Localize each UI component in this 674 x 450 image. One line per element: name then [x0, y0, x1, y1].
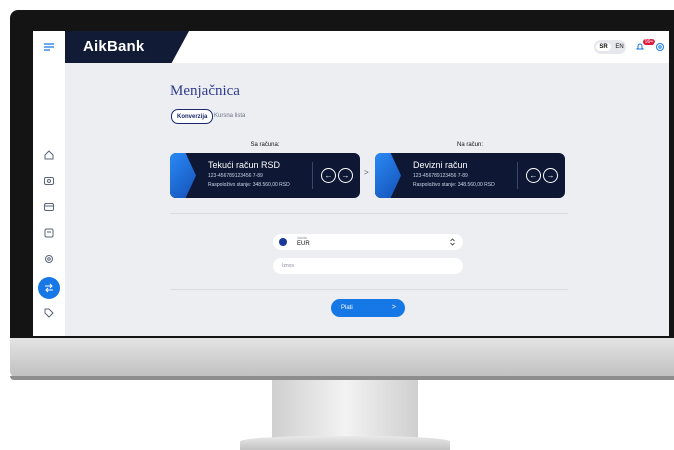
next-account-button[interactable]: → — [543, 168, 558, 183]
pay-button-label: Plati — [341, 305, 353, 311]
monitor-chin — [10, 338, 674, 380]
gear-icon[interactable] — [653, 40, 667, 54]
page-title: Menjačnica — [170, 83, 240, 99]
language-en[interactable]: EN — [615, 44, 623, 50]
currency-select[interactable]: Valuta EUR — [273, 234, 463, 250]
amount-input[interactable]: Iznos — [273, 258, 463, 274]
select-caret-icon — [450, 238, 455, 248]
top-bar: AikBank SR EN 99+ — [65, 31, 669, 63]
account-name: Tekući račun RSD — [208, 160, 281, 170]
to-account-card[interactable]: Devizni račun 123-456789123456 7-89 Rasp… — [375, 153, 565, 198]
to-account-label: Na račun: — [456, 142, 483, 148]
home-icon[interactable] — [41, 147, 57, 163]
sidebar — [33, 31, 65, 336]
monitor-stand-neck — [272, 380, 418, 440]
prev-account-button[interactable]: ← — [321, 168, 336, 183]
language-sr[interactable]: SR — [596, 43, 611, 51]
settings-icon[interactable] — [41, 251, 57, 267]
account-balance: Raspoloživo stanje: 348.560,00 RSD — [413, 182, 495, 188]
next-account-button[interactable]: → — [338, 168, 353, 183]
logo[interactable]: AikBank — [83, 38, 144, 55]
app-screen: AikBank SR EN 99+ Menjačnica Konverzija … — [33, 31, 669, 336]
divider-top — [170, 213, 568, 214]
language-switch[interactable]: SR EN — [594, 40, 626, 54]
currency-value: EUR — [297, 241, 310, 247]
tab-konverzija[interactable]: Konverzija — [171, 109, 214, 124]
from-account-card[interactable]: Tekući račun RSD 123-456789123456 7-89 R… — [170, 153, 360, 198]
eu-flag-icon — [279, 238, 287, 246]
card-logo-shape — [170, 153, 196, 198]
cards-icon[interactable] — [41, 199, 57, 215]
divider-bottom — [170, 289, 568, 290]
tab-kursna-lista[interactable]: Kursna lista — [214, 109, 245, 122]
amount-placeholder: Iznos — [282, 263, 294, 269]
pay-button[interactable]: Plati > — [331, 299, 405, 317]
currency-caption: Valuta — [297, 236, 307, 240]
tag-icon[interactable] — [41, 305, 57, 321]
exchange-icon[interactable] — [38, 277, 60, 299]
account-number: 123-456789123456 7-89 — [208, 173, 263, 179]
payments-icon[interactable] — [41, 225, 57, 241]
card-divider — [312, 162, 313, 189]
card-divider — [517, 162, 518, 189]
prev-account-button[interactable]: ← — [526, 168, 541, 183]
from-account-label: Sa računa: — [250, 142, 280, 148]
account-number: 123-456789123456 7-89 — [413, 173, 468, 179]
card-logo-shape — [375, 153, 401, 198]
chevron-right-icon: > — [391, 304, 396, 311]
menu-icon[interactable] — [41, 39, 57, 55]
accounts-icon[interactable] — [41, 173, 57, 189]
monitor-stand-base — [240, 436, 450, 450]
account-balance: Raspoloživo stanje: 348.560,00 RSD — [208, 182, 290, 188]
chevron-right-icon: > — [364, 168, 369, 177]
account-name: Devizni račun — [413, 160, 468, 170]
